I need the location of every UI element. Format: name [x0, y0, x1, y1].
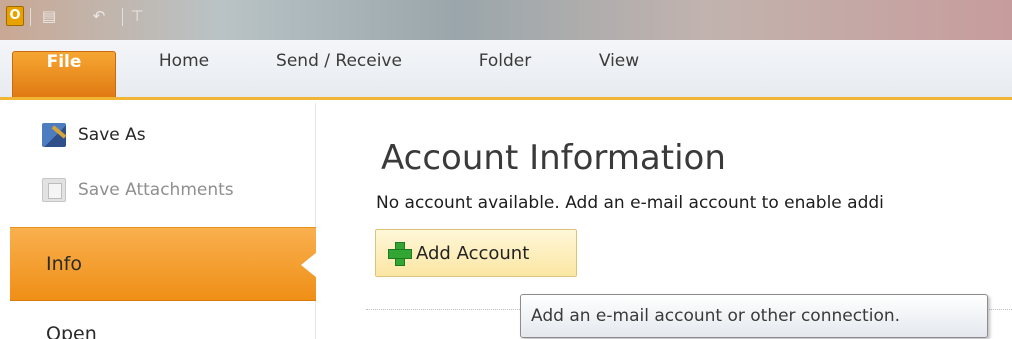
toolbar-separator — [122, 8, 123, 26]
ribbon-tabs: File Home Send / Receive Folder View — [0, 40, 1012, 100]
save-as-button[interactable]: Save As — [42, 121, 146, 149]
save-as-label: Save As — [78, 125, 146, 145]
add-account-button[interactable]: Add Account — [375, 229, 577, 277]
tab-send-receive[interactable]: Send / Receive — [256, 51, 422, 97]
quick-access-toolbar: O ▤ ↶ ⊤ — [0, 0, 1012, 40]
page-title: Account Information — [381, 138, 726, 178]
tab-view[interactable]: View — [580, 51, 658, 97]
add-account-label: Add Account — [416, 242, 530, 264]
account-description: No account available. Add an e-mail acco… — [376, 193, 884, 213]
nav-item-info[interactable]: Info — [10, 227, 317, 301]
save-attachments-button[interactable]: Save Attachments — [42, 176, 234, 204]
customize-qat-icon[interactable]: ⊤ — [128, 4, 146, 28]
tab-file[interactable]: File — [12, 51, 116, 97]
toolbar-separator — [30, 8, 31, 26]
tab-home[interactable]: Home — [138, 51, 230, 97]
add-account-tooltip: Add an e-mail account or other connectio… — [520, 294, 988, 338]
selection-notch — [301, 252, 317, 278]
undo-icon[interactable]: ↶ — [86, 4, 112, 28]
plus-icon — [388, 242, 412, 266]
save-attachments-label: Save Attachments — [78, 180, 234, 200]
save-as-icon — [42, 123, 66, 147]
nav-item-info-label: Info — [46, 253, 82, 275]
backstage-nav: Save As Save Attachments Info Open — [0, 103, 317, 339]
outlook-logo-icon[interactable]: O — [6, 6, 24, 26]
nav-item-open[interactable]: Open — [46, 323, 97, 339]
save-attachments-icon — [42, 178, 66, 202]
send-receive-icon[interactable]: ▤ — [36, 4, 62, 28]
tab-folder[interactable]: Folder — [455, 51, 555, 97]
